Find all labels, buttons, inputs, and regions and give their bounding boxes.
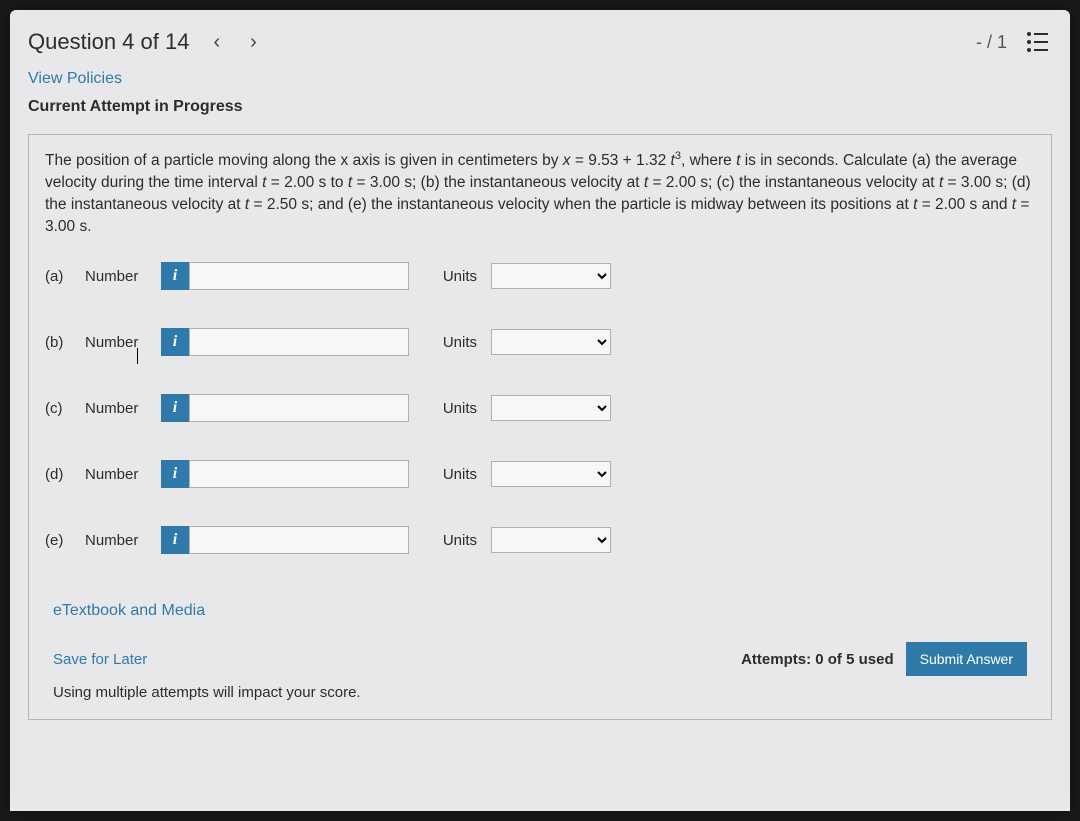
question-container: The position of a particle moving along … <box>28 134 1052 720</box>
number-label: Number <box>85 532 161 549</box>
etextbook-link[interactable]: eTextbook and Media <box>53 602 205 620</box>
answer-row-d: (d) Number i Units <box>45 460 1035 488</box>
answer-row-c: (c) Number i Units <box>45 394 1035 422</box>
menu-list-icon[interactable] <box>1023 28 1052 56</box>
question-title: Question 4 of 14 <box>28 29 189 55</box>
units-select-a[interactable] <box>491 263 611 289</box>
header-right: - / 1 <box>976 28 1052 56</box>
part-label: (e) <box>45 532 85 549</box>
info-icon[interactable]: i <box>161 262 189 290</box>
units-label: Units <box>429 532 477 549</box>
answer-row-e: (e) Number i Units <box>45 526 1035 554</box>
footer-row: Save for Later Attempts: 0 of 5 used Sub… <box>45 642 1035 676</box>
part-label: (b) <box>45 334 85 351</box>
attempt-status: Current Attempt in Progress <box>28 98 1052 116</box>
save-for-later-link[interactable]: Save for Later <box>53 651 147 668</box>
app-frame: Question 4 of 14 ‹ › - / 1 View Policies… <box>10 10 1070 811</box>
info-icon[interactable]: i <box>161 460 189 488</box>
number-label: Number <box>85 400 161 417</box>
units-label: Units <box>429 400 477 417</box>
number-input-a[interactable] <box>189 262 409 290</box>
impact-warning: Using multiple attempts will impact your… <box>53 684 1035 701</box>
units-select-e[interactable] <box>491 527 611 553</box>
attempts-count: Attempts: 0 of 5 used <box>741 651 894 668</box>
part-label: (a) <box>45 268 85 285</box>
view-policies-link[interactable]: View Policies <box>28 70 122 88</box>
question-header: Question 4 of 14 ‹ › - / 1 <box>28 28 1052 56</box>
header-left: Question 4 of 14 ‹ › <box>28 29 263 55</box>
info-icon[interactable]: i <box>161 526 189 554</box>
number-input-d[interactable] <box>189 460 409 488</box>
number-input-b[interactable] <box>189 328 409 356</box>
units-label: Units <box>429 466 477 483</box>
units-select-c[interactable] <box>491 395 611 421</box>
units-select-d[interactable] <box>491 461 611 487</box>
score-display: - / 1 <box>976 32 1007 53</box>
units-label: Units <box>429 268 477 285</box>
number-label: Number <box>85 466 161 483</box>
footer-right: Attempts: 0 of 5 used Submit Answer <box>741 642 1027 676</box>
number-label: Number <box>85 268 161 285</box>
number-input-c[interactable] <box>189 394 409 422</box>
units-select-b[interactable] <box>491 329 611 355</box>
answer-row-b: (b) Number i Units <box>45 328 1035 356</box>
info-icon[interactable]: i <box>161 328 189 356</box>
part-label: (d) <box>45 466 85 483</box>
answer-row-a: (a) Number i Units <box>45 262 1035 290</box>
question-text: The position of a particle moving along … <box>45 149 1035 238</box>
prev-question-button[interactable]: ‹ <box>207 31 226 54</box>
units-label: Units <box>429 334 477 351</box>
info-icon[interactable]: i <box>161 394 189 422</box>
next-question-button[interactable]: › <box>244 31 263 54</box>
submit-answer-button[interactable]: Submit Answer <box>906 642 1027 676</box>
number-label: Number <box>85 334 161 351</box>
number-input-e[interactable] <box>189 526 409 554</box>
part-label: (c) <box>45 400 85 417</box>
